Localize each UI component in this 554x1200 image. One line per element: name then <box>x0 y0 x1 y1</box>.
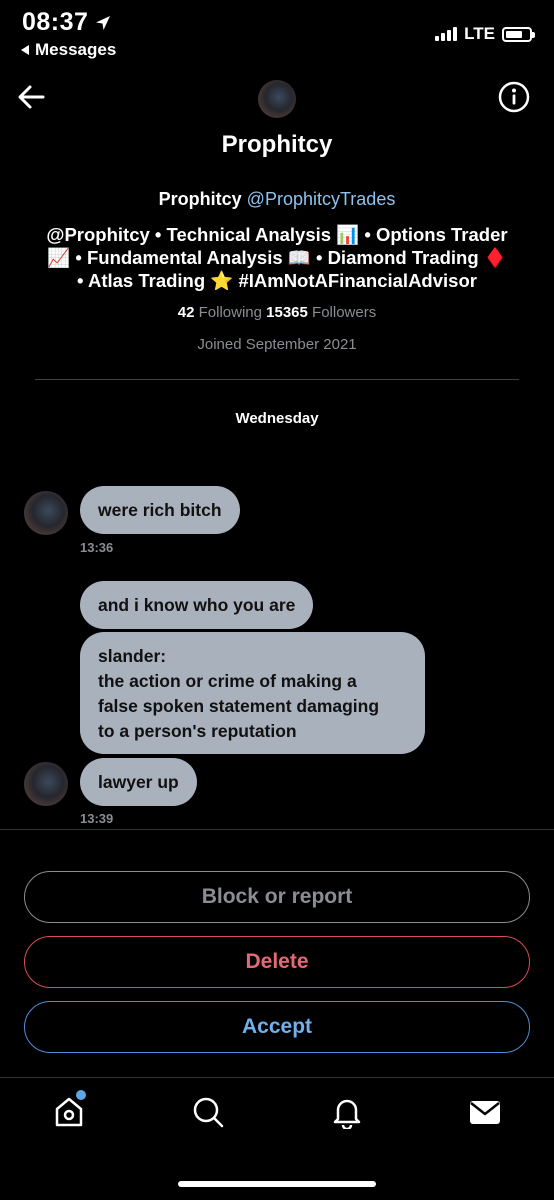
notifications-icon[interactable] <box>330 1095 364 1129</box>
divider <box>35 379 519 380</box>
info-icon[interactable] <box>498 81 530 113</box>
message-timestamp: 13:36 <box>80 540 114 555</box>
follow-counts: 42 Following 15365 Followers <box>0 304 554 321</box>
message-timestamp: 13:39 <box>80 811 114 826</box>
back-arrow-icon[interactable] <box>16 82 46 112</box>
message-bubble[interactable]: and i know who you are <box>80 581 314 629</box>
divider <box>0 1077 554 1078</box>
message-text-line: slander: <box>98 646 167 666</box>
location-arrow-icon <box>96 15 111 30</box>
message-text: lawyer up <box>98 771 179 792</box>
profile-bio: @Prophitcy • Technical Analysis 📊 • Opti… <box>30 223 524 292</box>
profile-handle: @ProphitcyTrades <box>246 189 396 209</box>
profile-name: Prophitcy <box>158 189 242 209</box>
home-indicator <box>178 1181 376 1187</box>
block-or-report-button[interactable]: Block or report <box>24 871 530 923</box>
accept-button[interactable]: Accept <box>24 1001 530 1053</box>
message-bubble[interactable]: were rich bitch <box>80 486 240 534</box>
cell-signal-icon <box>435 27 458 41</box>
network-label: LTE <box>464 24 495 43</box>
sender-avatar[interactable] <box>24 762 68 806</box>
notification-dot <box>76 1090 86 1100</box>
day-separator: Wednesday <box>235 410 319 427</box>
followers-count: 15365 <box>266 304 308 321</box>
home-icon[interactable] <box>52 1095 86 1129</box>
message-text-line: to a person's reputation <box>98 721 297 741</box>
bio-line: • Atlas Trading ⭐ #IAmNotAFinancialAdvis… <box>77 270 477 291</box>
clock-label: 08:37 <box>22 8 89 36</box>
message-text-line: the action or crime of making a <box>98 671 357 691</box>
back-to-messages-link[interactable]: Messages <box>20 40 116 60</box>
battery-icon <box>502 26 535 42</box>
page-title: Prophitcy <box>221 131 333 158</box>
message-text: and i know who you are <box>98 594 296 615</box>
back-to-messages-label: Messages <box>35 40 117 59</box>
message-text: were rich bitch <box>98 499 222 520</box>
following-count: 42 <box>177 304 195 321</box>
joined-date: Joined September 2021 <box>197 336 357 353</box>
messages-icon[interactable] <box>468 1095 502 1129</box>
avatar[interactable] <box>258 80 296 118</box>
sender-avatar[interactable] <box>24 491 68 535</box>
message-text-line: false spoken statement damaging <box>98 696 380 716</box>
message-bubble[interactable]: lawyer up <box>80 758 197 806</box>
status-indicators: LTE <box>435 24 535 44</box>
bio-line: @Prophitcy • Technical Analysis 📊 • Opti… <box>46 224 508 245</box>
bio-line: 📈 • Fundamental Analysis 📖 • Diamond Tra… <box>47 247 507 268</box>
following-label: Following <box>198 304 262 321</box>
message-bubble[interactable]: slander: the action or crime of making a… <box>80 632 425 754</box>
back-triangle-icon <box>21 45 29 55</box>
search-icon[interactable] <box>191 1095 225 1129</box>
profile-name-line[interactable]: Prophitcy @ProphitcyTrades <box>0 189 554 210</box>
followers-label: Followers <box>312 304 377 321</box>
status-time: 08:37 <box>22 8 112 37</box>
divider <box>0 829 554 830</box>
delete-button[interactable]: Delete <box>24 936 530 988</box>
